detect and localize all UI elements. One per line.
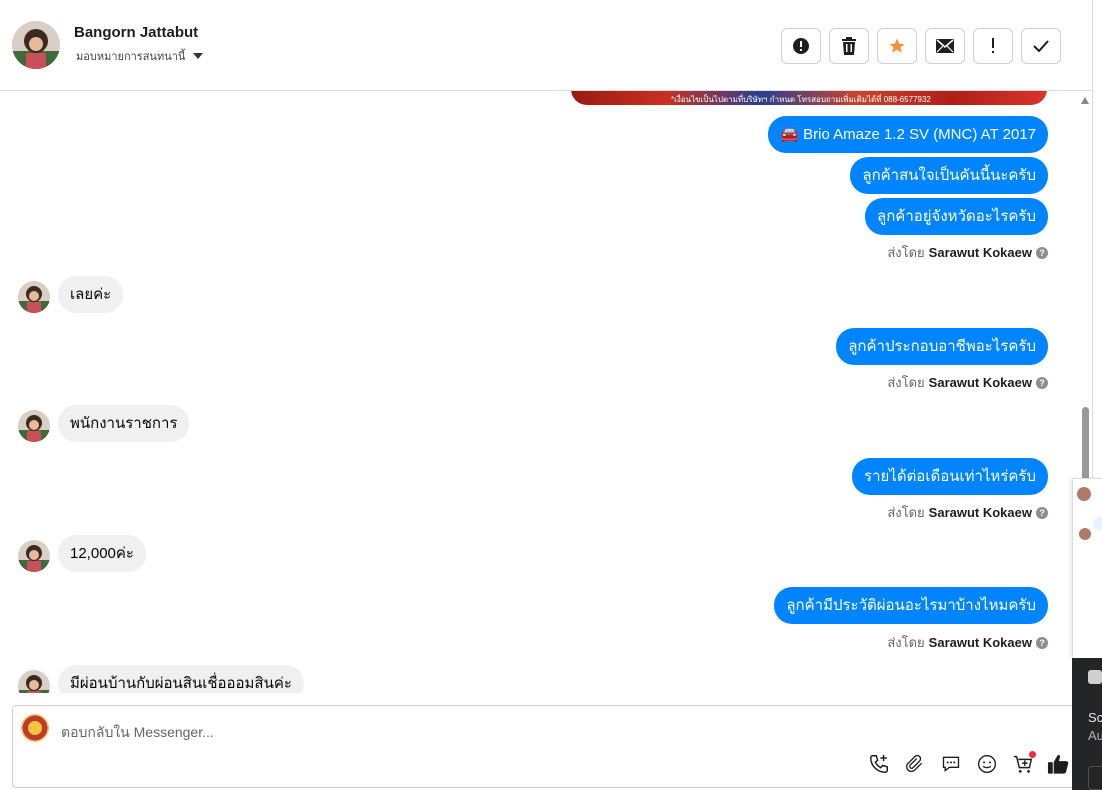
emoji-button[interactable] <box>975 752 998 775</box>
help-icon[interactable]: ? <box>1036 506 1048 519</box>
message-incoming[interactable]: เลยค่ะ <box>58 276 124 313</box>
message-thread[interactable]: *เงื่อนไขเป็นไปตามที่บริษัทฯ กำหนด โทรสอ… <box>0 91 1080 693</box>
reply-composer[interactable]: ตอบกลับใน Messenger... <box>12 705 1090 788</box>
exclamation-icon <box>992 38 994 53</box>
page-avatar <box>21 714 49 742</box>
thumbs-up-icon <box>1047 754 1069 774</box>
emoji-icon <box>977 754 996 773</box>
contact-avatar[interactable] <box>12 21 60 69</box>
message-incoming[interactable]: พนักงานราชการ <box>58 405 190 442</box>
scroll-up-arrow-icon[interactable] <box>1081 97 1089 104</box>
delete-button[interactable] <box>829 28 869 64</box>
check-icon <box>1033 40 1049 52</box>
message-outgoing[interactable]: ลูกค้าอยู่จังหวัดอะไรครับ <box>865 198 1048 235</box>
notification-toast[interactable]: Sc Au <box>1072 658 1102 790</box>
saved-replies-button[interactable] <box>939 752 962 775</box>
conversation-header: Bangorn Jattabut มอบหมายการสนทนานี้ <box>0 0 1092 91</box>
help-icon[interactable]: ? <box>1036 376 1048 389</box>
message-outgoing[interactable]: 🚘 Brio Amaze 1.2 SV (MNC) AT 2017 <box>768 116 1048 153</box>
add-to-cart-button[interactable] <box>1011 751 1036 775</box>
exclamation-circle-icon <box>793 38 809 54</box>
spam-button[interactable] <box>781 28 821 64</box>
banner-caption: *เงื่อนไขเป็นไปตามที่บริษัทฯ กำหนด โทรสอ… <box>671 95 931 104</box>
contact-avatar-small[interactable] <box>18 540 50 572</box>
toast-button[interactable] <box>1088 766 1102 790</box>
car-ad-image[interactable]: *เงื่อนไขเป็นไปตามที่บริษัทฯ กำหนด โทรสอ… <box>571 91 1047 105</box>
contact-name[interactable]: Bangorn Jattabut <box>74 24 198 41</box>
assign-label: มอบหมายการสนทนานี้ <box>76 50 186 63</box>
chat-bubble-icon <box>942 756 959 772</box>
sent-by-prefix: ส่งโดย <box>887 245 925 260</box>
sent-by-prefix: ส่งโดย <box>887 635 925 650</box>
reply-input[interactable]: ตอบกลับใน Messenger... <box>61 722 214 744</box>
sent-by-prefix: ส่งโดย <box>887 505 925 520</box>
message-outgoing[interactable]: รายได้ต่อเดือนเท่าไหร่ครับ <box>852 458 1048 495</box>
composer-actions <box>867 751 1070 775</box>
sent-by-prefix: ส่งโดย <box>887 375 925 390</box>
caret-down-icon <box>193 53 204 59</box>
star-button[interactable] <box>877 28 917 64</box>
phone-add-icon <box>869 754 888 773</box>
message-outgoing[interactable]: ลูกค้าประกอบอาชีพอะไรครับ <box>836 328 1048 365</box>
sent-by-label: ส่งโดย Sarawut Kokaew ? <box>887 372 1048 393</box>
mini-avatar <box>1079 528 1091 540</box>
done-button[interactable] <box>1021 28 1061 64</box>
contact-avatar-small[interactable] <box>18 281 50 313</box>
contact-avatar-small[interactable] <box>18 410 50 442</box>
toast-subtitle: Au <box>1088 728 1102 743</box>
attach-button[interactable] <box>903 752 926 775</box>
message-incoming[interactable]: มีผ่อนบ้านกับผ่อนสินเชื่อออมสินค่ะ <box>58 665 304 693</box>
sent-by-label: ส่งโดย Sarawut Kokaew ? <box>887 632 1048 653</box>
star-icon <box>889 38 905 53</box>
toast-title: Sc <box>1088 710 1102 725</box>
message-incoming[interactable]: 12,000ค่ะ <box>58 535 146 572</box>
app-icon <box>1088 670 1102 684</box>
sent-by-name: Sarawut Kokaew <box>928 635 1032 650</box>
divider <box>1092 0 1093 480</box>
envelope-icon <box>936 39 954 53</box>
mark-unread-button[interactable] <box>925 28 965 64</box>
message-outgoing[interactable]: ลูกค้าสนใจเป็นคันนี้นะครับ <box>850 157 1048 194</box>
sent-by-name: Sarawut Kokaew <box>928 505 1032 520</box>
mini-bubble <box>1093 517 1102 531</box>
paperclip-icon <box>905 754 922 772</box>
conversation-toolbar <box>781 28 1061 64</box>
mini-avatar <box>1077 487 1091 501</box>
sent-by-name: Sarawut Kokaew <box>928 245 1032 260</box>
chat-preview-popup[interactable] <box>1072 478 1102 658</box>
trash-icon <box>842 37 856 55</box>
sent-by-label: ส่งโดย Sarawut Kokaew ? <box>887 502 1048 523</box>
contact-avatar-small[interactable] <box>18 670 50 693</box>
message-outgoing[interactable]: ลูกค้ามีประวัติผ่อนอะไรมาบ้างไหมครับ <box>774 587 1048 624</box>
notification-badge <box>1029 751 1036 758</box>
help-icon[interactable]: ? <box>1036 636 1048 649</box>
like-button[interactable] <box>1047 752 1070 775</box>
sent-by-label: ส่งโดย Sarawut Kokaew ? <box>887 242 1048 263</box>
call-button[interactable] <box>867 752 890 775</box>
sent-by-name: Sarawut Kokaew <box>928 375 1032 390</box>
help-icon[interactable]: ? <box>1036 246 1048 259</box>
assign-conversation-dropdown[interactable]: มอบหมายการสนทนานี้ <box>76 47 204 65</box>
follow-up-button[interactable] <box>973 28 1013 64</box>
